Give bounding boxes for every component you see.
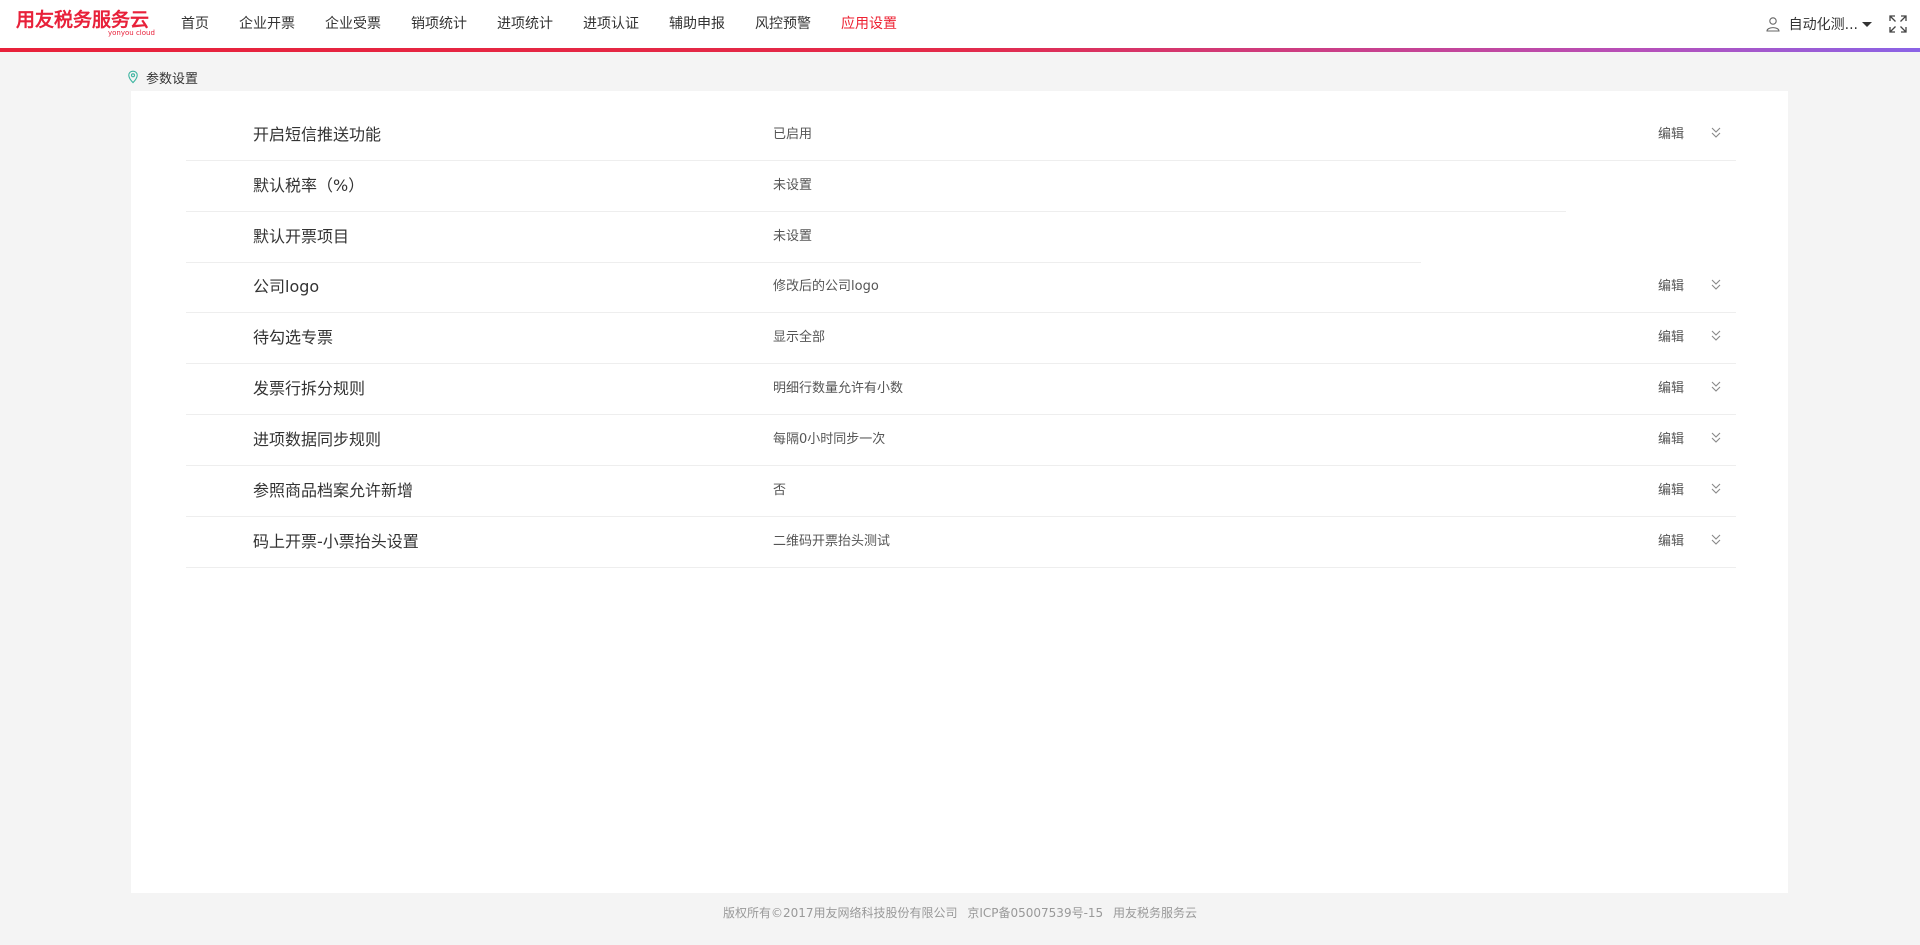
setting-label: 默认开票项目 <box>253 227 350 246</box>
setting-label: 公司logo <box>253 277 320 296</box>
settings-row: 发票行拆分规则 明细行数量允许有小数 编辑 <box>186 364 1736 415</box>
setting-value: 已启用 <box>773 127 813 142</box>
setting-value: 明细行数量允许有小数 <box>773 381 904 396</box>
footer-copyright: 版权所有©2017用友网络科技股份有限公司 <box>722 906 958 920</box>
user-menu[interactable]: 自动化测... <box>1765 0 1872 48</box>
setting-label: 默认税率（%） <box>253 176 365 195</box>
user-name: 自动化测... <box>1788 17 1858 33</box>
expand-chevron-icon[interactable] <box>1710 482 1722 496</box>
setting-value: 未设置 <box>773 178 813 193</box>
main-nav: 首页 企业开票 企业受票 销项统计 进项统计 进项认证 辅助申报 风控预警 应用… <box>166 0 912 48</box>
expand-chevron-icon[interactable] <box>1710 278 1722 292</box>
nav-item-filing-assist[interactable]: 辅助申报 <box>654 0 740 48</box>
breadcrumb-current: 参数设置 <box>146 71 199 87</box>
setting-value: 未设置 <box>773 229 813 244</box>
settings-row: 进项数据同步规则 每隔0小时同步一次 编辑 <box>186 415 1736 466</box>
edit-button[interactable]: 编辑 <box>1658 110 1684 160</box>
setting-label: 参照商品档案允许新增 <box>253 481 414 500</box>
setting-value: 否 <box>773 483 787 498</box>
location-pin-icon <box>128 70 138 84</box>
setting-label: 开启短信推送功能 <box>253 125 382 144</box>
nav-item-input-stats[interactable]: 进项统计 <box>482 0 568 48</box>
setting-label: 待勾选专票 <box>253 328 334 347</box>
setting-label: 进项数据同步规则 <box>253 430 382 449</box>
nav-item-home[interactable]: 首页 <box>166 0 224 48</box>
setting-label: 码上开票-小票抬头设置 <box>253 532 419 551</box>
expand-chevron-icon[interactable] <box>1710 533 1722 547</box>
expand-chevron-icon[interactable] <box>1710 380 1722 394</box>
fullscreen-icon[interactable] <box>1888 14 1908 34</box>
expand-chevron-icon[interactable] <box>1710 431 1722 445</box>
expand-chevron-icon[interactable] <box>1710 126 1722 140</box>
expand-chevron-icon[interactable] <box>1710 329 1722 343</box>
user-icon <box>1766 17 1780 32</box>
settings-row: 参照商品档案允许新增 否 编辑 <box>186 466 1736 517</box>
setting-value: 二维码开票抬头测试 <box>773 534 891 549</box>
settings-row: 开启短信推送功能 已启用 编辑 <box>186 110 1736 161</box>
edit-button[interactable]: 编辑 <box>1658 415 1684 465</box>
settings-row: 码上开票-小票抬头设置 二维码开票抬头测试 编辑 <box>186 517 1736 568</box>
setting-value: 每隔0小时同步一次 <box>773 432 886 447</box>
header-accent-line <box>0 48 1920 52</box>
nav-item-risk-alert[interactable]: 风控预警 <box>740 0 826 48</box>
setting-value: 显示全部 <box>773 330 826 345</box>
settings-row: 默认税率（%） 未设置 <box>186 161 1566 212</box>
setting-label: 发票行拆分规则 <box>253 379 366 398</box>
footer-icp-link[interactable]: 京ICP备05007539号-15 <box>967 906 1103 920</box>
breadcrumb: 参数设置 <box>126 68 199 87</box>
edit-button[interactable]: 编辑 <box>1658 313 1684 363</box>
nav-item-app-settings[interactable]: 应用设置 <box>826 0 912 48</box>
chevron-down-icon <box>1862 21 1872 27</box>
edit-button[interactable]: 编辑 <box>1658 364 1684 414</box>
nav-item-input-certification[interactable]: 进项认证 <box>568 0 654 48</box>
edit-button[interactable]: 编辑 <box>1658 517 1684 567</box>
page-footer: 版权所有©2017用友网络科技股份有限公司 京ICP备05007539号-15 … <box>0 904 1920 921</box>
setting-value: 修改后的公司logo <box>773 279 879 294</box>
settings-panel: 开启短信推送功能 已启用 编辑 默认税率（%） 未设置 默认开票项目 未设置 公… <box>131 91 1788 893</box>
top-header: 用友税务服务云 yonyou cloud 首页 企业开票 企业受票 销项统计 进… <box>0 0 1920 50</box>
settings-row: 公司logo 修改后的公司logo 编辑 <box>186 262 1736 313</box>
brand-logo[interactable]: 用友税务服务云 yonyou cloud <box>16 8 156 40</box>
logo-subtext: yonyou cloud <box>108 29 155 37</box>
nav-item-output-stats[interactable]: 销项统计 <box>396 0 482 48</box>
edit-button[interactable]: 编辑 <box>1658 466 1684 516</box>
settings-row: 默认开票项目 未设置 <box>186 212 1421 263</box>
settings-row: 待勾选专票 显示全部 编辑 <box>186 313 1736 364</box>
edit-button[interactable]: 编辑 <box>1658 262 1684 312</box>
footer-brand: 用友税务服务云 <box>1113 906 1198 920</box>
nav-item-enterprise-invoicing[interactable]: 企业开票 <box>224 0 310 48</box>
nav-item-enterprise-receiving[interactable]: 企业受票 <box>310 0 396 48</box>
